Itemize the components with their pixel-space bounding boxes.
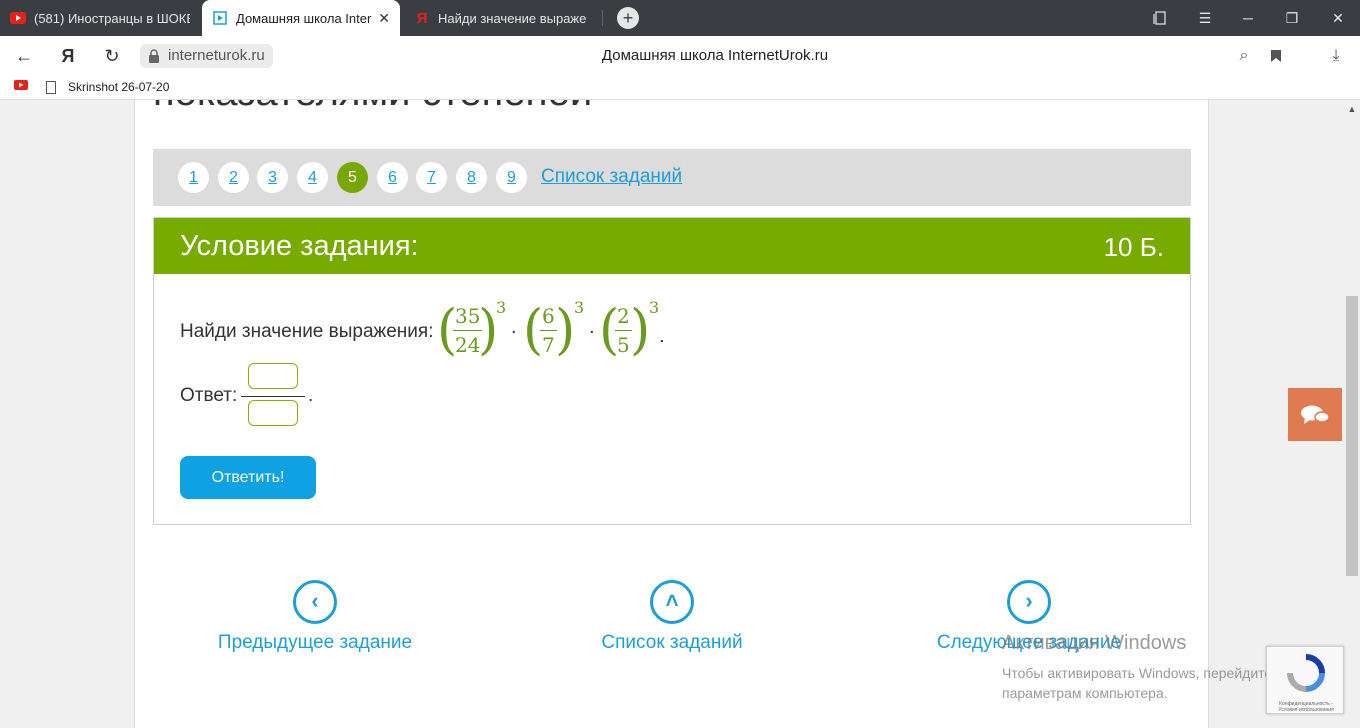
expression-end: . (659, 326, 665, 347)
bookmark-label: Skrinshot 26-07-20 (68, 80, 170, 94)
bookmarks-bar: Skrinshot 26-07-20 (0, 76, 1360, 100)
task-list-nav-label: Список заданий (601, 632, 743, 653)
chevron-right-icon: › (1007, 580, 1051, 624)
bookmark-icon[interactable] (1264, 44, 1288, 68)
pager-item[interactable]: 8 (456, 162, 487, 193)
answer-label: Ответ: (180, 385, 238, 406)
task-title: Условие задания: (180, 230, 419, 262)
submit-button[interactable]: Ответить! (180, 456, 316, 499)
tab-title: Найди значение выраже (438, 10, 587, 26)
pager-item[interactable]: 6 (377, 162, 408, 193)
question-text: Найди значение выражения: (180, 321, 434, 342)
pager-item[interactable]: 3 (257, 162, 288, 193)
lesson-heading: показателями степеней (153, 100, 592, 115)
minimize-icon[interactable]: ─ (1228, 0, 1268, 36)
tab-title: (581) Иностранцы в ШОКЕ (34, 10, 190, 26)
yandex-icon: Я (416, 9, 428, 27)
scroll-thumb[interactable] (1346, 296, 1358, 576)
menu-icon[interactable]: ☰ (1185, 0, 1225, 36)
task-pager: 1 2 3 4 5 6 7 8 9 Список заданий (153, 149, 1191, 206)
download-icon[interactable]: ⤓ (1324, 44, 1348, 68)
answer-numerator-input[interactable] (248, 363, 298, 389)
task-points: 10 Б. (1103, 232, 1164, 262)
multiply-sign: · (511, 322, 517, 343)
pager-item[interactable]: 4 (297, 162, 328, 193)
task-card: Условие задания: 10 Б. Найди значение вы… (153, 217, 1191, 525)
watermark-title: Активация Windows (1002, 632, 1187, 654)
answer-end: . (308, 385, 314, 406)
chat-button[interactable] (1288, 388, 1342, 441)
multiply-sign: · (589, 322, 595, 343)
pager-item-active[interactable]: 5 (337, 162, 368, 193)
page-title: Домашняя школа InternetUrok.ru (601, 47, 829, 64)
close-tab-icon[interactable]: ✕ (378, 10, 390, 27)
close-window-icon[interactable]: ✕ (1318, 0, 1358, 36)
recaptcha-badge[interactable]: Конфиденциальность - Условия использован… (1266, 646, 1344, 714)
restore-icon[interactable]: ❐ (1272, 0, 1312, 36)
tab-bar: (581) Иностранцы в ШОКЕ Домашняя школа I… (0, 0, 1360, 36)
chevron-up-icon: ˄ (650, 580, 694, 624)
pager-item[interactable]: 9 (496, 162, 527, 193)
exponent: 3 (649, 298, 660, 317)
tab-divider (602, 10, 603, 26)
page-scrollbar[interactable]: ▲ (1344, 100, 1360, 728)
windows-activation-watermark: Активация Windows Чтобы активировать Win… (1002, 632, 1282, 703)
task-header: Условие задания: 10 Б. (154, 218, 1190, 274)
fraction-bar (241, 396, 305, 397)
address-bar: ← Я ↻ interneturok.ru Домашняя школа Int… (0, 36, 1360, 76)
pager-item[interactable]: 1 (178, 162, 209, 193)
tab-yandex[interactable]: Я Найди значение выраже (404, 0, 600, 36)
task-list-link[interactable]: Список заданий (541, 166, 682, 188)
internet-urok-icon (212, 10, 228, 26)
tab-collections-icon[interactable] (1140, 0, 1180, 36)
chat-bubbles-icon (1301, 405, 1330, 424)
pager-item[interactable]: 7 (416, 162, 447, 193)
pager-item[interactable]: 2 (218, 162, 249, 193)
scroll-up-icon[interactable]: ▲ (1347, 104, 1357, 114)
prev-task-label: Предыдущее задание (217, 632, 413, 653)
chevron-left-icon: ‹ (293, 580, 337, 624)
recaptcha-text: Конфиденциальность - Условия использован… (1278, 701, 1334, 713)
tab-interneturok[interactable]: Домашняя школа Interr ✕ (202, 0, 400, 36)
answer-denominator-input[interactable] (248, 400, 298, 426)
translate-icon[interactable]: ⌕ (1232, 44, 1256, 68)
recaptcha-icon (1287, 654, 1325, 692)
exponent: 3 (574, 298, 585, 317)
tab-title: Домашняя школа Interr (236, 10, 373, 26)
bookmark-youtube-icon[interactable] (14, 80, 28, 90)
new-tab-button[interactable]: + (617, 7, 639, 29)
task-list-nav-link[interactable]: ˄ Список заданий (552, 580, 792, 654)
youtube-icon (10, 10, 26, 26)
tab-youtube[interactable]: (581) Иностранцы в ШОКЕ (0, 0, 200, 36)
exponent: 3 (496, 298, 507, 317)
watermark-text-2: параметрам компьютера. (1002, 685, 1168, 701)
file-icon (46, 80, 56, 94)
prev-task-link[interactable]: ‹ Предыдущее задание (195, 580, 435, 654)
right-paren: ) (555, 298, 576, 362)
bookmark-skrinshot[interactable]: Skrinshot 26-07-20 (46, 80, 169, 94)
watermark-text-1: Чтобы активировать Windows, перейдите к (1002, 665, 1283, 681)
right-paren: ) (630, 298, 651, 362)
